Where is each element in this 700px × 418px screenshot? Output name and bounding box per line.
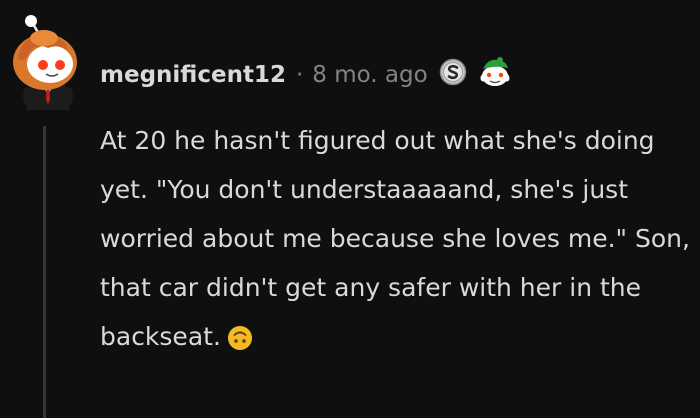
comment-timestamp[interactable]: 8 mo. ago xyxy=(312,62,427,88)
thread-collapse-line[interactable] xyxy=(43,126,46,418)
snoo-avatar-icon xyxy=(13,15,77,110)
silver-award-icon[interactable] xyxy=(439,58,467,92)
comment: megnificent12 · 8 mo. ago At 20 he hasn'… xyxy=(0,0,700,418)
meta-separator: · xyxy=(295,62,304,88)
user-avatar[interactable] xyxy=(8,14,88,114)
comment-body: At 20 he hasn't figured out what she's d… xyxy=(100,116,690,367)
upside-down-face-emoji-icon xyxy=(227,318,253,367)
username-link[interactable]: megnificent12 xyxy=(100,62,286,88)
comment-header: megnificent12 · 8 mo. ago xyxy=(100,56,512,94)
comment-body-text: At 20 he hasn't figured out what she's d… xyxy=(100,126,690,351)
snoo-green-hat-award-icon[interactable] xyxy=(478,56,512,94)
